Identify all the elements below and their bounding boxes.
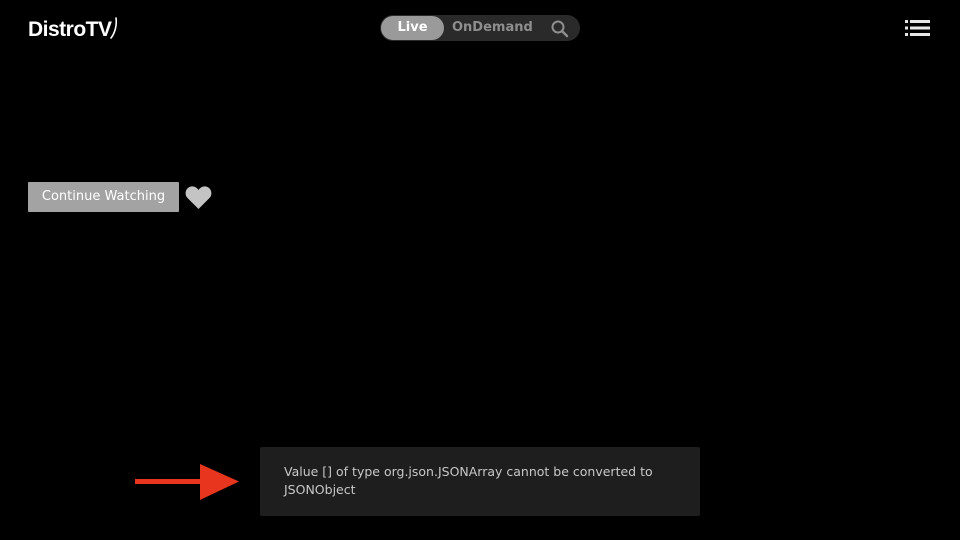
tab-live[interactable]: Live [381,16,444,40]
error-toast: Value [] of type org.json.JSONArray cann… [260,447,700,516]
heart-icon[interactable] [185,185,212,210]
arrow-right-icon [135,464,239,500]
continue-watching-button[interactable]: Continue Watching [28,182,179,212]
distrotv-logo: DistroTV [28,16,118,44]
tab-ondemand[interactable]: OnDemand [452,16,533,40]
toast-message: Value [] of type org.json.JSONArray cann… [284,464,653,497]
search-icon[interactable] [550,19,570,39]
list-menu-icon[interactable] [905,20,930,36]
logo-text: DistroTV [28,18,112,41]
top-nav: Live OnDemand [380,15,580,41]
